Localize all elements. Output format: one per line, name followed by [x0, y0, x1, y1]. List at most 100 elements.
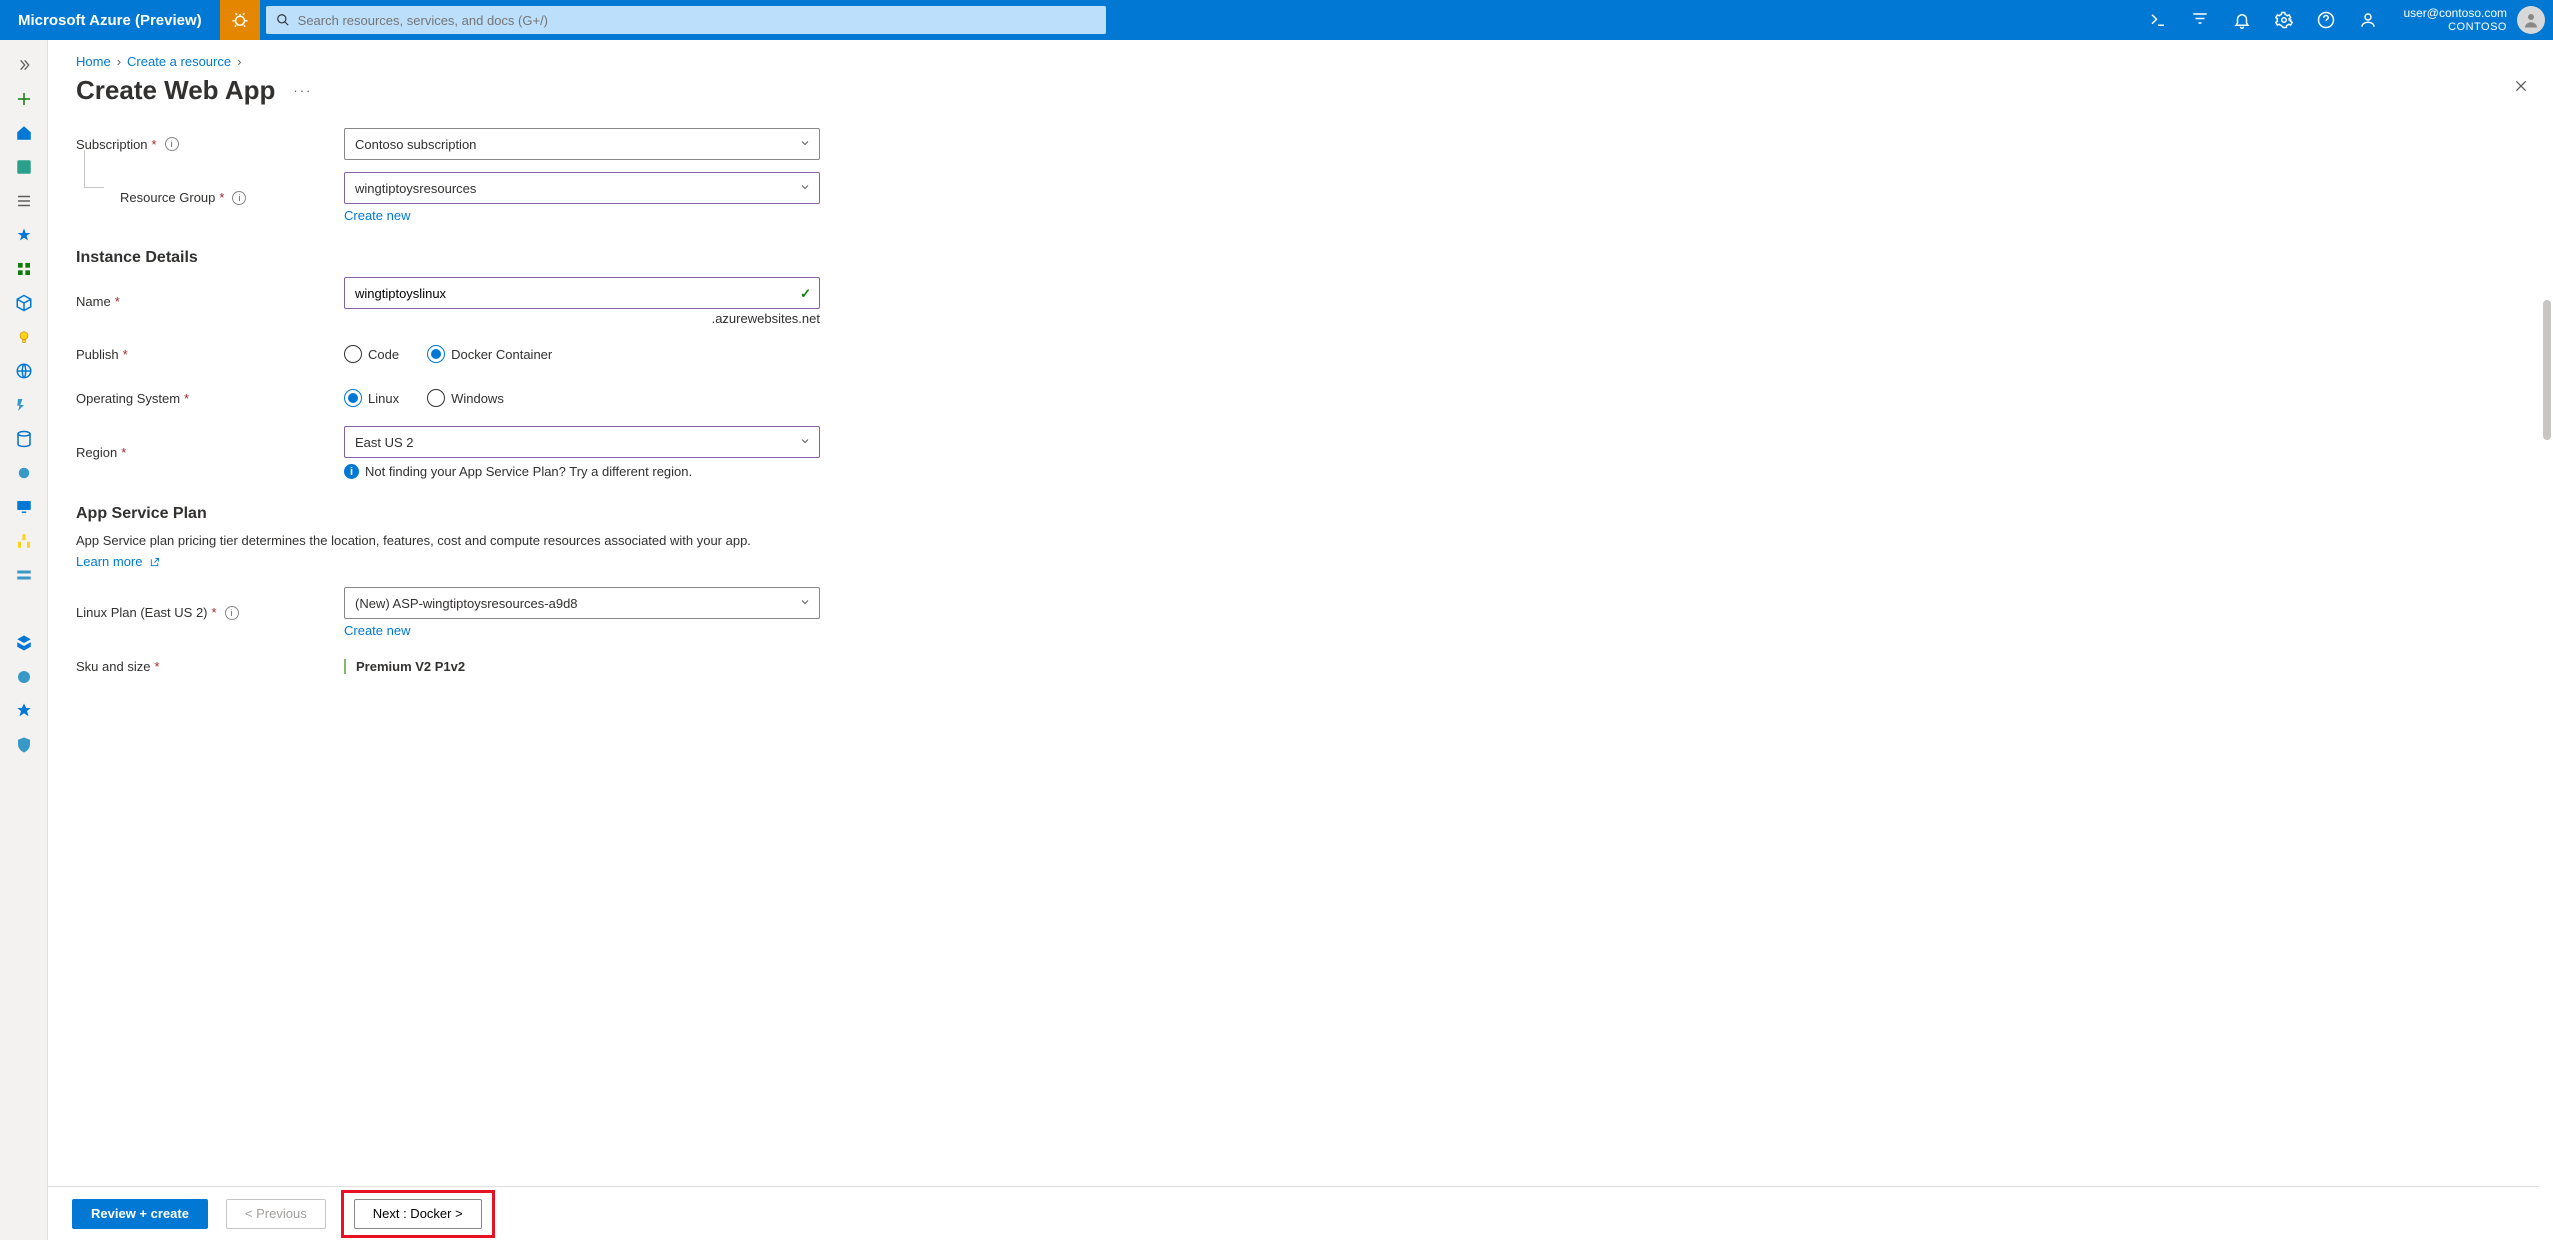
- required-indicator: *: [123, 347, 128, 362]
- gear-icon: [2275, 11, 2293, 29]
- next-highlight: Next : Docker >: [344, 1193, 492, 1235]
- cloud-shell-button[interactable]: [2137, 0, 2179, 40]
- scroll-thumb[interactable]: [2543, 300, 2551, 440]
- rail-app-services[interactable]: [0, 354, 48, 388]
- chevron-right-icon: ›: [117, 54, 121, 69]
- directory-filter-button[interactable]: [2179, 0, 2221, 40]
- resource-group-value: wingtiptoysresources: [355, 181, 476, 196]
- learn-more-link[interactable]: Learn more: [76, 554, 160, 569]
- name-input[interactable]: [355, 286, 787, 301]
- more-button[interactable]: ···: [293, 83, 312, 98]
- global-search[interactable]: [266, 6, 1106, 34]
- monitor-icon: [15, 498, 33, 516]
- rail-dashboard[interactable]: [0, 150, 48, 184]
- account-menu[interactable]: user@contoso.com CONTOSO: [2389, 6, 2553, 34]
- feedback-icon: [2359, 11, 2377, 29]
- aad-icon: [15, 634, 33, 652]
- expand-menu-button[interactable]: [0, 48, 48, 82]
- close-icon: [2513, 78, 2529, 94]
- database-icon: [15, 430, 33, 448]
- preview-bug-button[interactable]: [220, 0, 260, 40]
- rail-aad[interactable]: [0, 626, 48, 660]
- bulb-icon: [16, 329, 32, 345]
- breadcrumb-create-resource[interactable]: Create a resource: [127, 54, 231, 69]
- storage-icon: [15, 566, 33, 584]
- rail-storage[interactable]: [0, 558, 48, 592]
- required-indicator: *: [115, 294, 120, 309]
- subscription-select[interactable]: Contoso subscription: [344, 128, 820, 160]
- top-icon-group: user@contoso.com CONTOSO: [2137, 0, 2553, 40]
- home-icon: [15, 124, 33, 142]
- scrollbar[interactable]: [2541, 40, 2551, 1240]
- rail-quickstart[interactable]: [0, 320, 48, 354]
- tree-branch-icon: [84, 150, 104, 188]
- rail-vnet[interactable]: [0, 592, 48, 626]
- notifications-button[interactable]: [2221, 0, 2263, 40]
- rail-sql[interactable]: [0, 422, 48, 456]
- learn-more-label: Learn more: [76, 554, 142, 569]
- bug-icon: [231, 11, 249, 29]
- publish-docker-label: Docker Container: [451, 347, 552, 362]
- rail-all-services[interactable]: [0, 184, 48, 218]
- publish-code-radio[interactable]: Code: [344, 345, 399, 363]
- rail-advisor[interactable]: [0, 694, 48, 728]
- help-icon: [2317, 11, 2335, 29]
- main-content: Home › Create a resource › Create Web Ap…: [48, 40, 2553, 1240]
- feedback-button[interactable]: [2347, 0, 2389, 40]
- rail-favorites[interactable]: [0, 218, 48, 252]
- required-indicator: *: [152, 137, 157, 152]
- check-icon: ✓: [800, 286, 811, 302]
- review-create-button[interactable]: Review + create: [72, 1199, 208, 1229]
- region-value: East US 2: [355, 435, 414, 450]
- help-button[interactable]: [2305, 0, 2347, 40]
- chevron-right-icon: ›: [237, 54, 241, 69]
- required-indicator: *: [121, 445, 126, 460]
- cube-icon: [15, 294, 33, 312]
- publish-code-label: Code: [368, 347, 399, 362]
- close-button[interactable]: [2513, 78, 2529, 94]
- os-windows-radio[interactable]: Windows: [427, 389, 504, 407]
- user-email: user@contoso.com: [2403, 7, 2507, 21]
- rail-load-balancer[interactable]: [0, 524, 48, 558]
- publish-docker-radio[interactable]: Docker Container: [427, 345, 552, 363]
- loadbalancer-icon: [15, 532, 33, 550]
- rail-security[interactable]: [0, 728, 48, 762]
- chevron-down-icon: [799, 137, 811, 149]
- plan-select[interactable]: (New) ASP-wingtiptoysresources-a9d8: [344, 587, 820, 619]
- required-indicator: *: [212, 605, 217, 620]
- globe-icon: [15, 362, 33, 380]
- search-input[interactable]: [298, 13, 1096, 28]
- region-select[interactable]: East US 2: [344, 426, 820, 458]
- grid-icon: [16, 261, 32, 277]
- next-button[interactable]: Next : Docker >: [354, 1199, 482, 1229]
- name-label: Name: [76, 294, 111, 309]
- create-new-rg-link[interactable]: Create new: [344, 208, 410, 223]
- rail-monitor[interactable]: [0, 660, 48, 694]
- settings-button[interactable]: [2263, 0, 2305, 40]
- info-icon[interactable]: i: [232, 191, 246, 205]
- asp-description: App Service plan pricing tier determines…: [76, 533, 796, 548]
- os-label: Operating System: [76, 391, 180, 406]
- region-note: Not finding your App Service Plan? Try a…: [365, 464, 692, 479]
- os-linux-radio[interactable]: Linux: [344, 389, 399, 407]
- network-icon: [15, 600, 33, 618]
- rail-all-resources[interactable]: [0, 252, 48, 286]
- publish-label: Publish: [76, 347, 119, 362]
- info-icon[interactable]: i: [225, 606, 239, 620]
- brand-label: Microsoft Azure (Preview): [0, 12, 220, 29]
- rail-vms[interactable]: [0, 490, 48, 524]
- external-link-icon: [149, 557, 160, 568]
- rail-resource-groups[interactable]: [0, 286, 48, 320]
- previous-button: < Previous: [226, 1199, 326, 1229]
- resource-group-select[interactable]: wingtiptoysresources: [344, 172, 820, 204]
- create-new-plan-link[interactable]: Create new: [344, 623, 410, 638]
- sku-label: Sku and size: [76, 659, 150, 674]
- function-icon: [15, 396, 33, 414]
- info-icon[interactable]: i: [165, 137, 179, 151]
- breadcrumb-home[interactable]: Home: [76, 54, 111, 69]
- info-circle-icon: i: [344, 464, 359, 479]
- rail-create[interactable]: [0, 82, 48, 116]
- rail-function-apps[interactable]: [0, 388, 48, 422]
- rail-cosmos[interactable]: [0, 456, 48, 490]
- rail-home[interactable]: [0, 116, 48, 150]
